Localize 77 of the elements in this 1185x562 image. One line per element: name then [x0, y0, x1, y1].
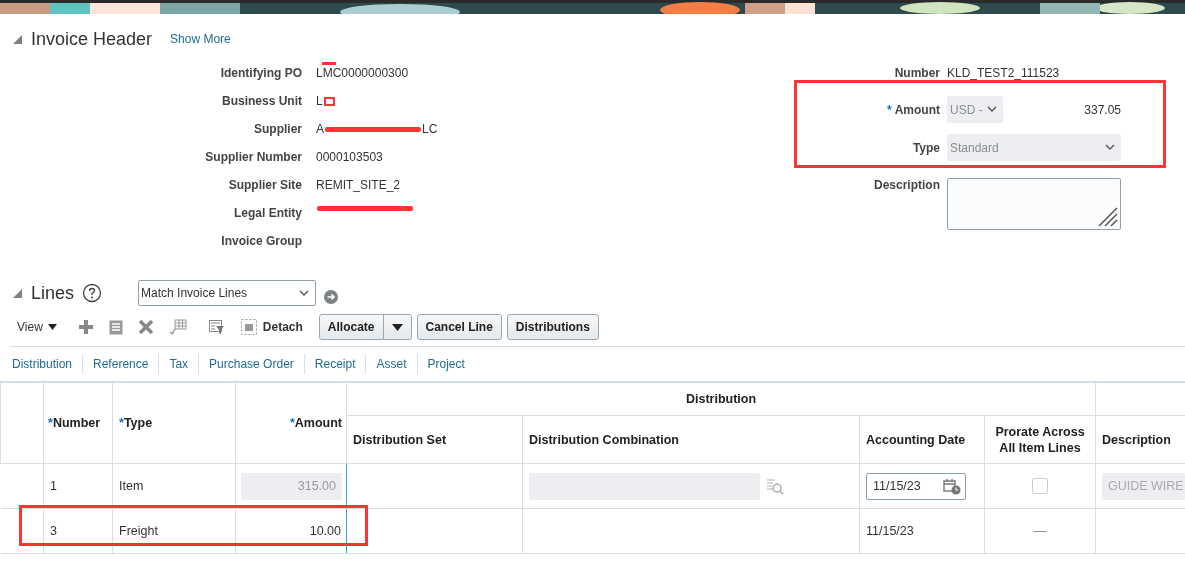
- detail-tab[interactable]: Distribution: [10, 354, 84, 374]
- field-value: KLD_TEST2_111523: [947, 66, 1060, 80]
- column-header: Prorate Across All Item Lines: [995, 424, 1085, 455]
- field-label: Description: [874, 178, 940, 192]
- search-icon[interactable]: [766, 477, 784, 495]
- caret-icon: [391, 323, 403, 331]
- table-cell: —: [1033, 524, 1047, 538]
- field-label: Number: [894, 66, 940, 80]
- detach-icon: [240, 319, 257, 335]
- calendar-icon[interactable]: [943, 477, 961, 495]
- view-menu[interactable]: View: [17, 320, 57, 334]
- chevron-down-icon: [987, 106, 997, 113]
- field-value: A: [316, 122, 324, 136]
- field-value: 0000103503: [316, 150, 383, 164]
- help-icon[interactable]: [82, 283, 103, 303]
- field-label: Legal Entity: [234, 206, 302, 220]
- section-title: Lines: [31, 282, 75, 304]
- table-cell: 3: [50, 524, 57, 538]
- column-header: Accounting Date: [866, 432, 966, 447]
- field-label: Supplier Number: [205, 150, 302, 164]
- resize-grip-icon[interactable]: [1096, 205, 1118, 227]
- column-group-header: Distribution: [346, 382, 1096, 416]
- collapse-icon[interactable]: [12, 287, 23, 299]
- detail-tab[interactable]: Tax: [159, 354, 200, 374]
- description-field[interactable]: [947, 178, 1121, 230]
- detail-tab[interactable]: Reference: [83, 354, 160, 374]
- field-label: Business Unit: [222, 94, 302, 108]
- action-select[interactable]: Match Invoice Lines: [138, 280, 317, 306]
- redaction-mark: [322, 62, 336, 65]
- field-value: REMIT_SITE_2: [316, 178, 401, 192]
- go-icon[interactable]: [324, 290, 339, 304]
- column-header: Number: [52, 416, 101, 430]
- required-mark: *: [119, 416, 124, 430]
- column-header: Amount: [294, 416, 342, 430]
- field-label: Identifying PO: [220, 66, 302, 80]
- column-header: Type: [123, 416, 153, 430]
- required-mark: *: [48, 416, 53, 430]
- column-header: Distribution Set: [353, 432, 447, 447]
- detail-tab[interactable]: Asset: [366, 354, 418, 374]
- field-label: Invoice Group: [221, 234, 302, 248]
- table-cell: 11/15/23: [866, 524, 914, 538]
- caret-icon: [47, 324, 57, 330]
- amount-value: 337.05: [1084, 102, 1121, 117]
- add-icon[interactable]: [78, 320, 93, 334]
- required-mark: *: [289, 416, 295, 430]
- toolbar-button[interactable]: Cancel Line: [416, 314, 502, 340]
- collapse-icon[interactable]: [12, 33, 23, 45]
- document-icon[interactable]: [108, 319, 123, 335]
- field-value: LMC0000000300: [316, 66, 410, 80]
- column-header: Description: [1102, 432, 1171, 447]
- checkbox[interactable]: [1032, 478, 1048, 494]
- detail-tab[interactable]: Purchase Order: [199, 354, 305, 374]
- chevron-down-icon: [299, 289, 310, 297]
- delete-icon[interactable]: [138, 320, 153, 334]
- detail-tab[interactable]: Receipt: [304, 354, 367, 374]
- chevron-down-icon: [1105, 144, 1115, 151]
- date-field[interactable]: 11/15/23: [866, 472, 966, 500]
- redaction-mark: [323, 96, 335, 106]
- table-cell: 1: [50, 479, 57, 493]
- show-more-link[interactable]: Show More: [170, 32, 231, 46]
- field-label: Type: [912, 140, 940, 155]
- table-cell: Item: [119, 479, 144, 493]
- detach-button[interactable]: Detach: [240, 319, 303, 335]
- field-label: Amount: [894, 102, 940, 117]
- table-cell: Freight: [119, 524, 158, 538]
- detail-tab[interactable]: Project: [417, 354, 475, 374]
- section-title: Invoice Header: [31, 28, 153, 50]
- column-header: Distribution Combination: [529, 432, 679, 447]
- table-icon[interactable]: [168, 319, 187, 335]
- field-value: LC: [422, 122, 438, 136]
- required-mark: *: [887, 102, 892, 117]
- field-label: Supplier: [254, 122, 302, 136]
- field-label: Supplier Site: [228, 178, 302, 192]
- table-cell: 10.00: [309, 524, 341, 538]
- filter-icon[interactable]: [208, 319, 225, 335]
- toolbar-button[interactable]: Distributions: [506, 314, 599, 340]
- field-value: L: [316, 94, 323, 108]
